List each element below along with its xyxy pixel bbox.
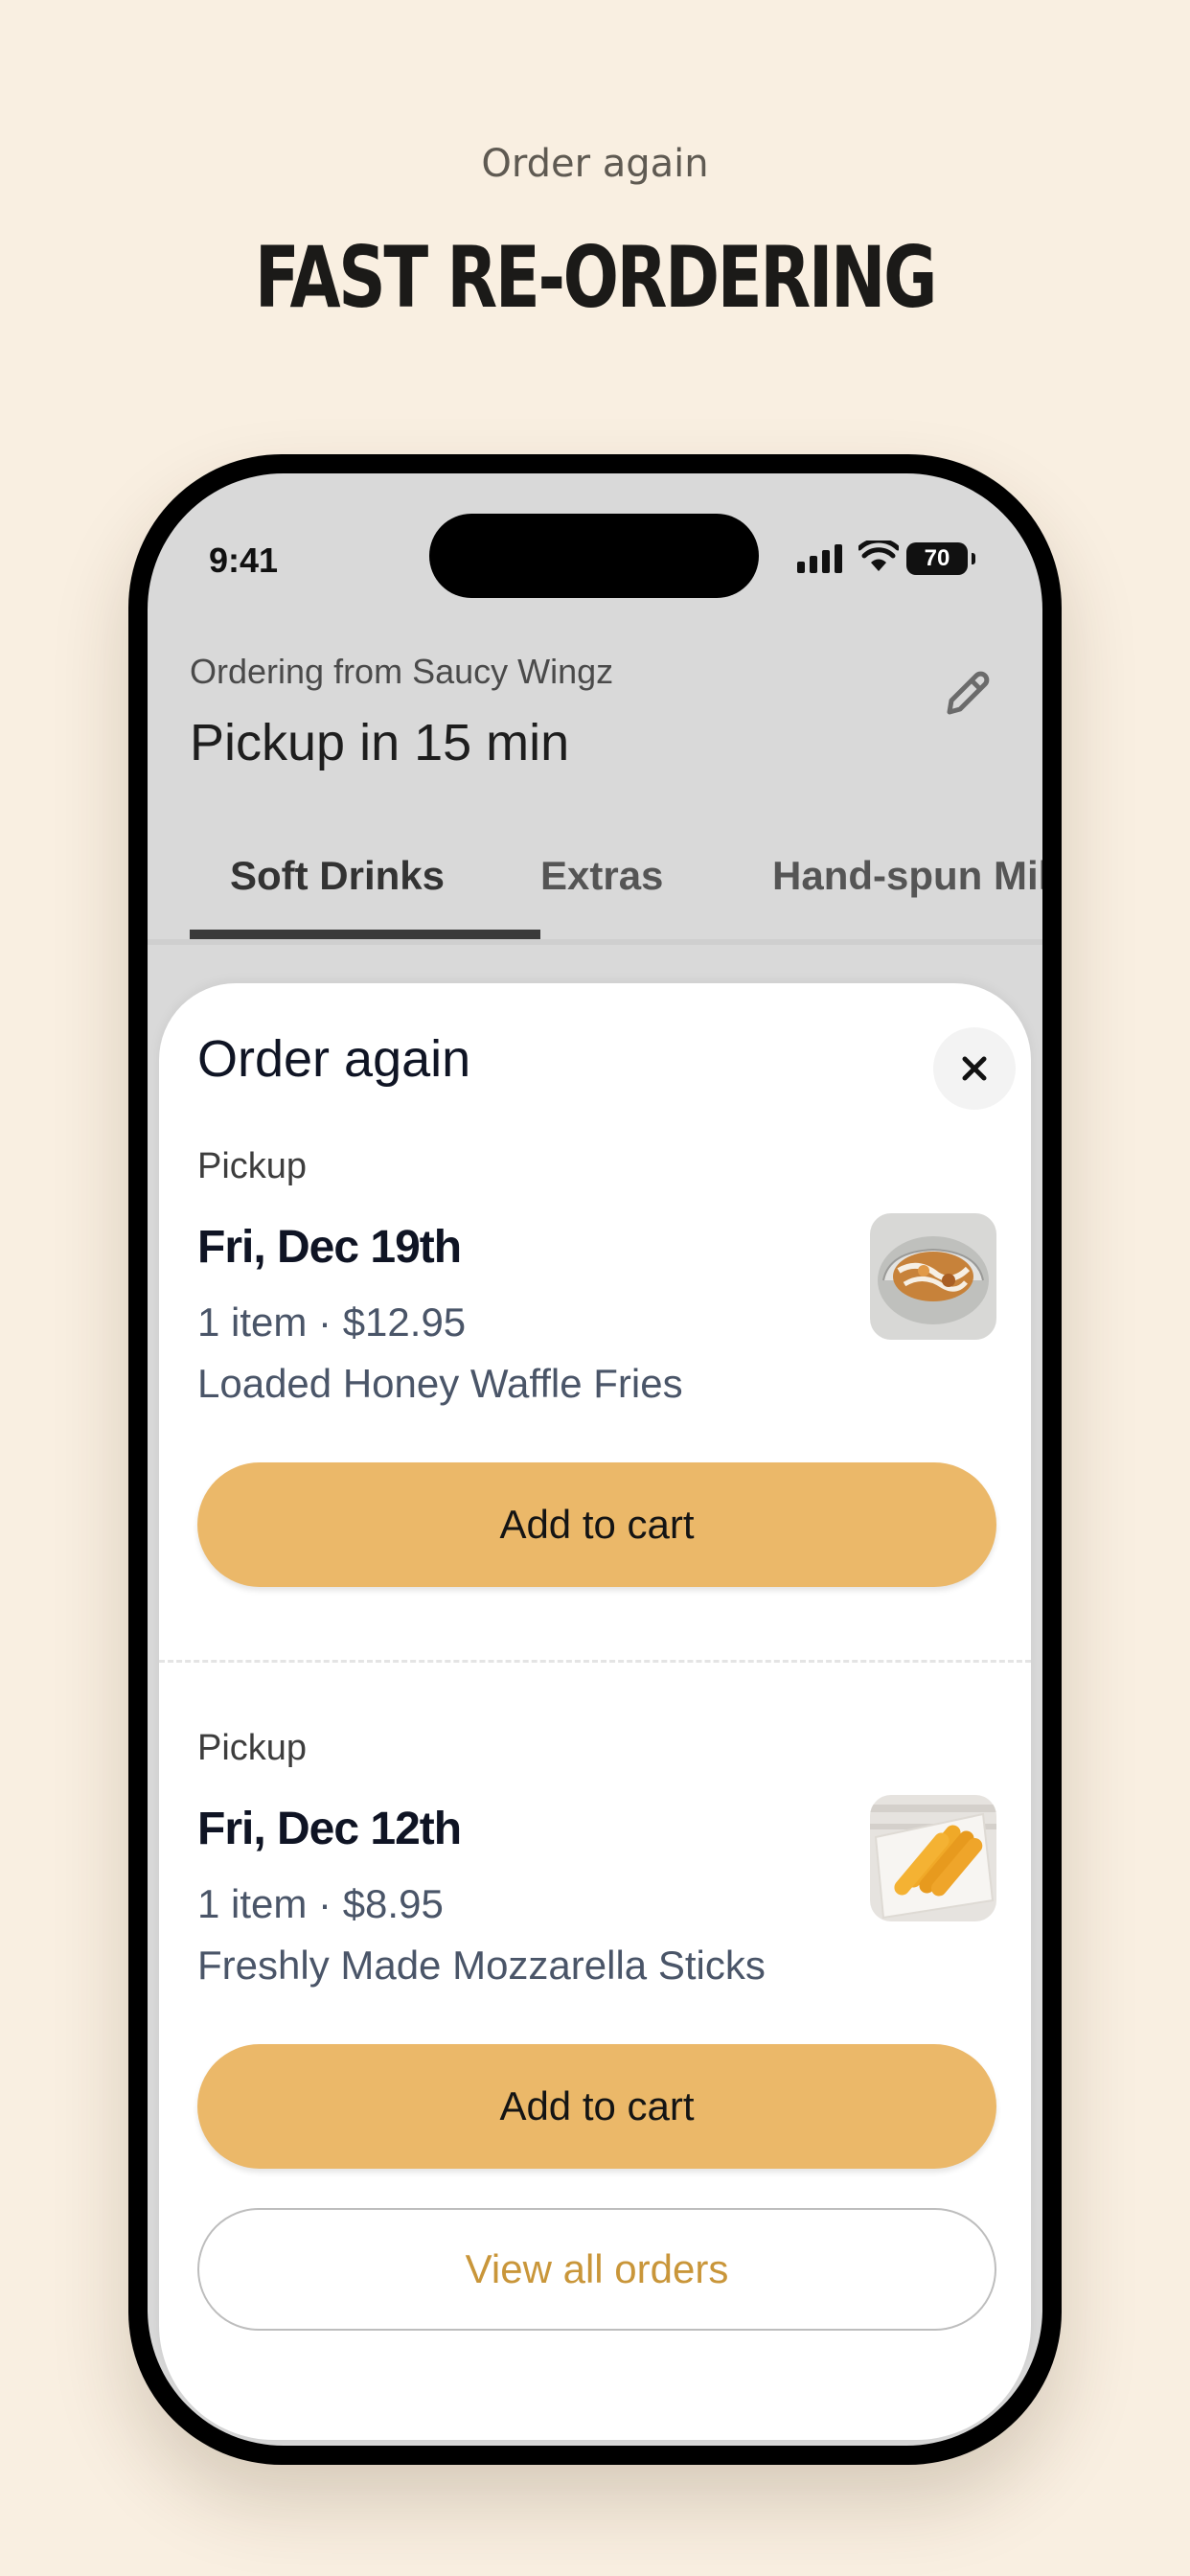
phone-screen: 9:41 70 Ordering from Saucy Wingz Pickup…	[148, 473, 1042, 2446]
view-all-orders-button[interactable]: View all orders	[197, 2208, 996, 2331]
order-date: Fri, Dec 12th	[197, 1804, 462, 1854]
order-type: Pickup	[197, 1728, 308, 1768]
pencil-icon	[947, 671, 990, 715]
sheet-title: Order again	[197, 1030, 471, 1088]
order-meta: 1 item · $12.95	[197, 1300, 467, 1345]
tab-hand-spun-milkshakes[interactable]: Hand-spun Mil	[772, 826, 1042, 932]
food-thumbnail	[870, 1795, 996, 1921]
order-date: Fri, Dec 19th	[197, 1222, 462, 1273]
add-to-cart-button[interactable]: Add to cart	[197, 2044, 996, 2169]
order-again-sheet: Order again Pickup Fri, Dec 19th 1 item …	[159, 983, 1031, 2440]
edit-order-button[interactable]	[929, 656, 1006, 732]
dynamic-island	[429, 514, 759, 598]
order-card: Pickup Fri, Dec 19th 1 item · $12.95 Loa…	[197, 1146, 996, 1625]
order-divider	[159, 1660, 1031, 1663]
order-type: Pickup	[197, 1146, 308, 1186]
order-meta: 1 item · $8.95	[197, 1881, 444, 1926]
category-tabs: Soft Drinks Extras Hand-spun Mil	[148, 826, 1042, 945]
status-time: 9:41	[209, 540, 279, 580]
order-card: Pickup Fri, Dec 12th 1 item · $8.95 Fres…	[197, 1728, 996, 2207]
order-description: Freshly Made Mozzarella Sticks	[197, 1943, 766, 1988]
pickup-eta: Pickup in 15 min	[190, 714, 570, 771]
order-description: Loaded Honey Waffle Fries	[197, 1361, 683, 1406]
promo-subtitle: Order again	[481, 142, 709, 186]
tab-extras[interactable]: Extras	[540, 826, 663, 932]
promo-title: FAST RE-ORDERING	[254, 228, 938, 327]
wifi-icon	[858, 540, 899, 571]
add-to-cart-button[interactable]: Add to cart	[197, 1462, 996, 1587]
close-icon	[962, 1056, 987, 1081]
active-tab-indicator	[190, 930, 540, 939]
tab-soft-drinks[interactable]: Soft Drinks	[230, 826, 445, 932]
status-bar: 9:41 70	[148, 473, 1042, 598]
phone-frame: 9:41 70 Ordering from Saucy Wingz Pickup…	[128, 454, 1062, 2465]
ordering-from-label: Ordering from Saucy Wingz	[190, 652, 614, 691]
signal-icon	[797, 544, 842, 573]
battery-icon: 70	[906, 542, 975, 575]
food-thumbnail	[870, 1213, 996, 1340]
close-button[interactable]	[933, 1027, 1016, 1110]
